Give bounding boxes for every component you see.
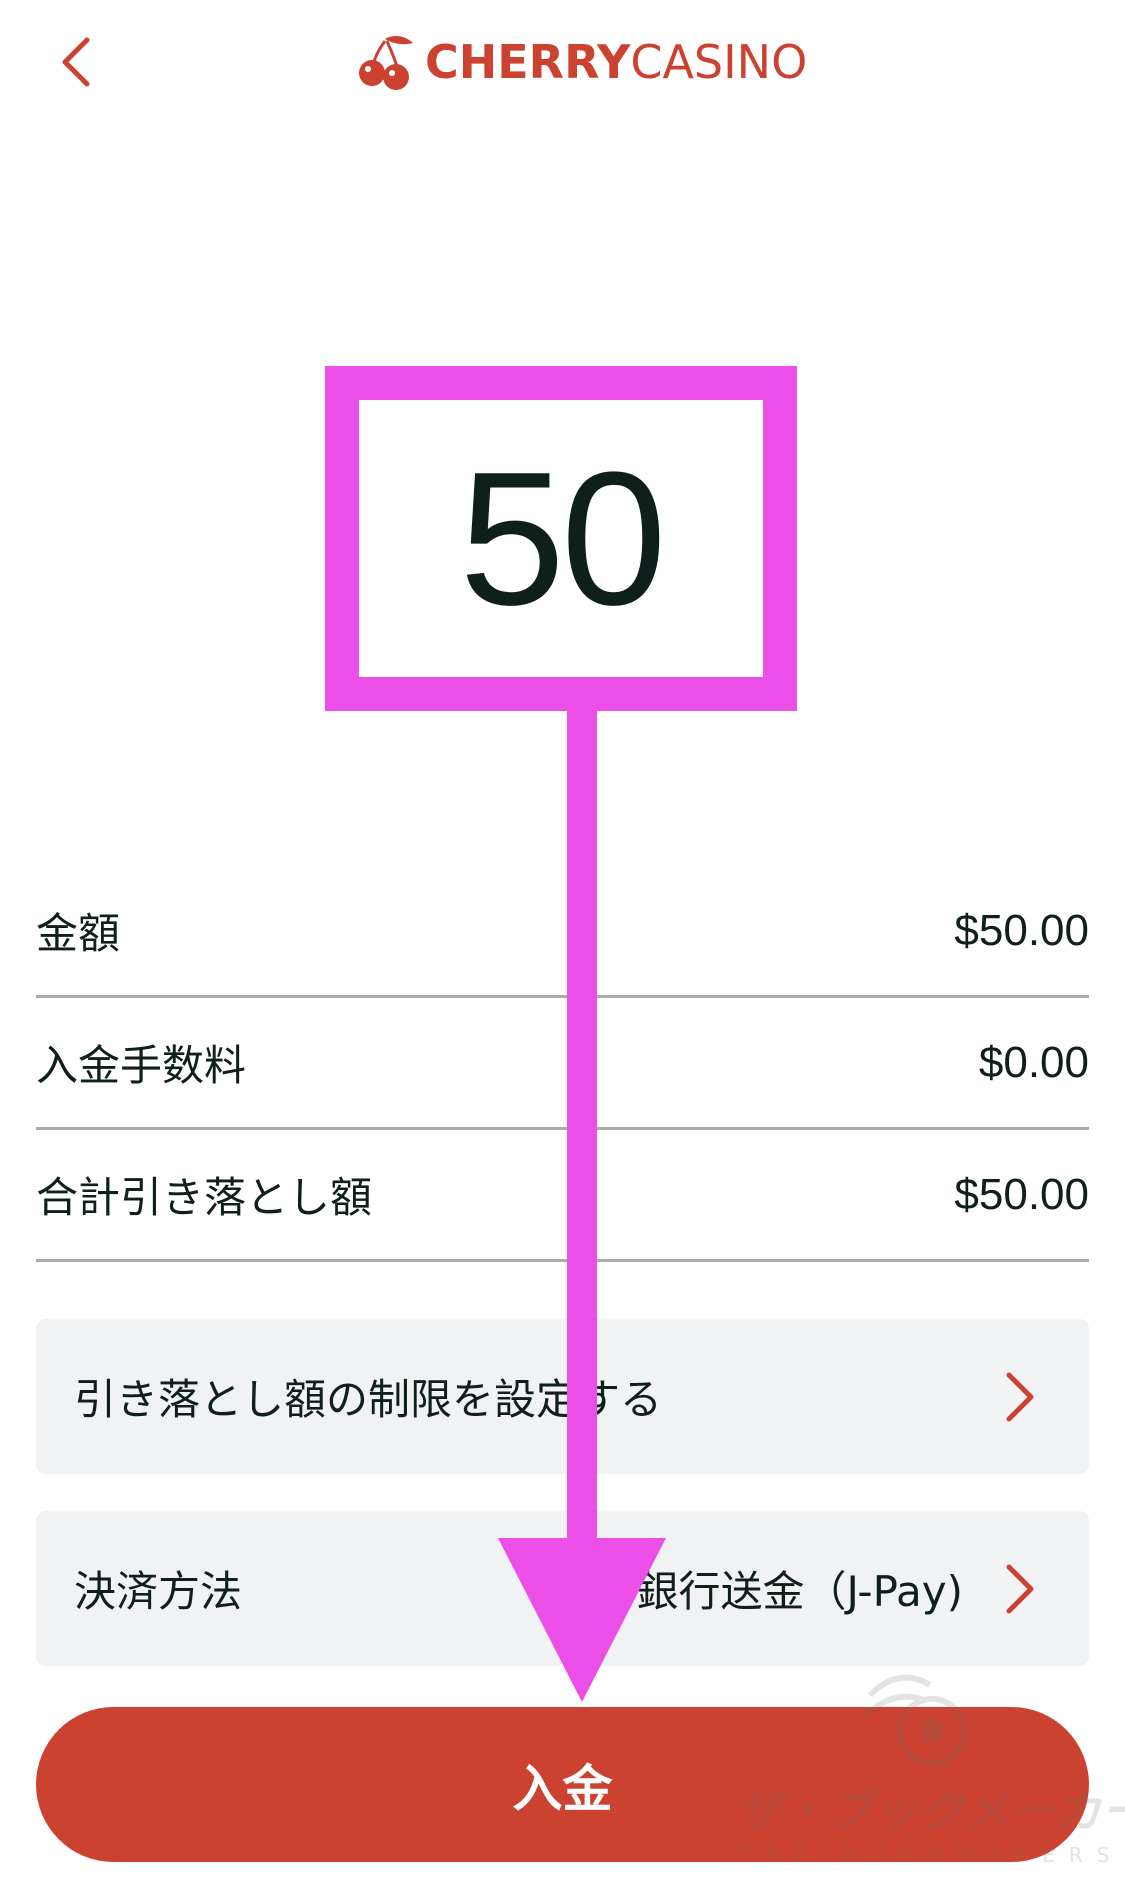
chevron-right-icon	[1006, 1372, 1034, 1421]
summary-row-fee: 入金手数料 $0.00	[36, 998, 1089, 1130]
chevron-left-icon	[62, 37, 90, 87]
chevron-right-icon	[1006, 1564, 1034, 1613]
back-button[interactable]	[40, 22, 110, 102]
amount-input[interactable]: 50	[325, 366, 797, 711]
total-label: 合計引き落とし額	[36, 1173, 373, 1222]
payment-method-value: 銀行送金（J-Pay)	[636, 1567, 963, 1616]
amount-total-value: $50.00	[954, 905, 1089, 955]
deposit-button[interactable]: 入金	[36, 1707, 1089, 1862]
cherry-icon	[359, 36, 413, 90]
cherry-casino-logo: CHERRYCASINO	[355, 22, 807, 102]
logo-text: CHERRYCASINO	[425, 35, 808, 89]
set-limit-label: 引き落とし額の制限を設定する	[74, 1375, 663, 1424]
amount-value: 50	[459, 432, 666, 645]
set-limit-row[interactable]: 引き落とし額の制限を設定する	[36, 1319, 1089, 1474]
payment-method-label: 決済方法	[74, 1567, 243, 1616]
app-header: CHERRYCASINO	[0, 0, 1125, 130]
deposit-button-label: 入金	[512, 1759, 613, 1818]
payment-method-row[interactable]: 決済方法 銀行送金（J-Pay)	[36, 1511, 1089, 1666]
total-value: $50.00	[954, 1169, 1089, 1219]
summary-row-amount: 金額 $50.00	[36, 866, 1089, 998]
fee-label: 入金手数料	[36, 1041, 247, 1090]
summary-row-total: 合計引き落とし額 $50.00	[36, 1130, 1089, 1262]
payment-method-selection: 銀行送金（J-Pay)	[637, 1558, 1037, 1619]
amount-label: 金額	[36, 909, 121, 958]
fee-value: $0.00	[978, 1037, 1089, 1087]
